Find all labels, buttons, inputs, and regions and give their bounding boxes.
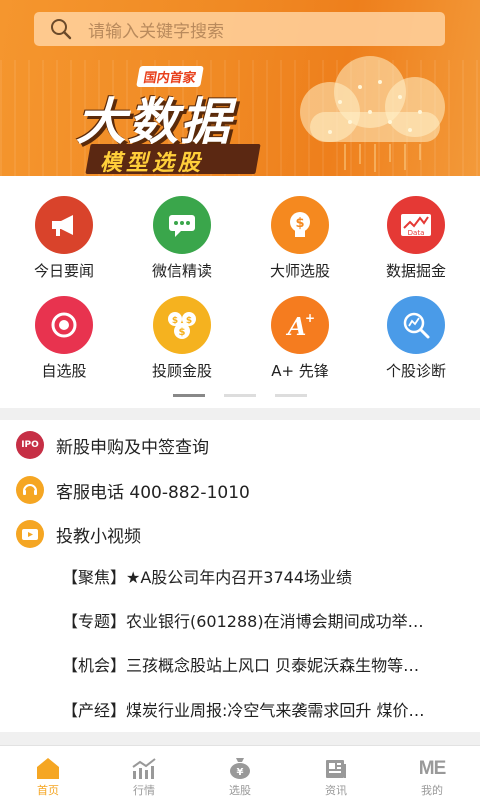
me-icon-text: ME	[418, 758, 446, 779]
news-item[interactable]: 【聚焦】★A股公司年内召开3744场业绩	[62, 560, 462, 596]
tab-label: 行情	[133, 784, 155, 797]
chat-bubble-icon	[153, 196, 211, 254]
tab-label: 我的	[421, 784, 443, 797]
tab-market[interactable]: 行情	[96, 746, 192, 800]
grid-label: 投顾金股	[151, 362, 212, 380]
list-item-ipo[interactable]: IPO 新股申购及中签查询	[0, 425, 480, 465]
coins-icon: $ $ $	[153, 296, 211, 354]
svg-text:+: +	[305, 311, 315, 325]
news-item[interactable]: 【专题】农业银行(601288)在消博会期间成功举…	[62, 604, 462, 640]
grid-label: 大师选股	[269, 262, 330, 280]
tab-label: 选股	[229, 784, 251, 797]
banner-title-block: 国内首家 大数据 模型选股	[66, 62, 276, 176]
tab-label: 资讯	[325, 784, 347, 797]
video-icon	[16, 520, 44, 548]
list-item-label: 客服电话 400-882-1010	[56, 482, 250, 503]
eye-icon	[35, 296, 93, 354]
grid-label: 微信精读	[151, 262, 212, 280]
page-dot[interactable]	[224, 394, 256, 397]
grid-item-data-mining[interactable]: Data 数据掘金	[356, 190, 476, 280]
svg-text:$: $	[179, 327, 186, 338]
tab-news[interactable]: 资讯	[288, 746, 384, 800]
svg-text:$: $	[172, 316, 178, 326]
grid-item-advisor-stocks[interactable]: $ $ $ 投顾金股	[122, 290, 242, 380]
tab-mine[interactable]: ME 我的	[384, 746, 480, 800]
grid-label: 自选股	[41, 362, 87, 380]
grid-label: A+ 先锋	[271, 362, 329, 380]
tab-stock-picking[interactable]: ¥ 选股	[192, 746, 288, 800]
page-dot[interactable]	[275, 394, 307, 397]
svg-text:$: $	[186, 316, 192, 326]
search-placeholder[interactable]: 请输入关键字搜索	[88, 17, 224, 42]
grid-item-wechat[interactable]: 微信精读	[122, 190, 242, 280]
news-item[interactable]: 【机会】三孩概念股站上风口 贝泰妮沃森生物等…	[62, 648, 462, 684]
grid-item-news[interactable]: 今日要闻	[4, 190, 124, 280]
me-icon: ME	[418, 754, 446, 780]
page-dot-active[interactable]	[173, 394, 205, 397]
svg-text:A: A	[286, 312, 307, 340]
data-chart-icon: Data	[387, 196, 445, 254]
list-item-videos[interactable]: 投教小视频	[0, 514, 480, 554]
ipo-icon: IPO	[16, 431, 44, 459]
news-item[interactable]: 【产经】煤炭行业周报:冷空气来袭需求回升 煤价…	[62, 693, 462, 729]
section-divider	[0, 732, 480, 745]
money-bag-icon: ¥	[226, 754, 254, 780]
list-item-label: 新股申购及中签查询	[56, 437, 209, 458]
grid-item-stock-diagnosis[interactable]: 个股诊断	[356, 290, 476, 380]
feature-grid: 今日要闻 微信精读 $ 大师选股 Data 数据掘金 自选股 $ $ $ 投顾金…	[0, 190, 480, 380]
grid-item-master-picks[interactable]: $ 大师选股	[240, 190, 360, 280]
list-item-label: 投教小视频	[56, 526, 141, 547]
a-plus-icon: A +	[271, 296, 329, 354]
grid-item-a-plus[interactable]: A + A+ 先锋	[240, 290, 360, 380]
banner-subtitle: 模型选股	[100, 151, 205, 176]
magnifier-chart-icon	[387, 296, 445, 354]
app-screen: 请输入关键字搜索 国内首家 大数据 模型选股 今日要闻 微信精读 $ 大师选股 …	[0, 0, 480, 800]
section-divider	[0, 408, 480, 420]
dollar-head-icon: $	[271, 196, 329, 254]
page-indicator	[0, 394, 480, 398]
grid-label: 个股诊断	[385, 362, 446, 380]
data-cloud-illustration	[300, 56, 445, 172]
svg-text:$: $	[295, 216, 304, 231]
svg-text:Data: Data	[408, 229, 425, 237]
news-icon	[322, 754, 350, 780]
search-icon	[50, 18, 72, 40]
svg-text:¥: ¥	[237, 767, 244, 778]
megaphone-icon	[35, 196, 93, 254]
trend-chart-icon	[130, 754, 158, 780]
search-bar[interactable]: 请输入关键字搜索	[34, 12, 445, 46]
list-item-hotline[interactable]: 客服电话 400-882-1010	[0, 470, 480, 510]
tab-label: 首页	[37, 784, 59, 797]
headset-icon	[16, 476, 44, 504]
bottom-tab-bar: 首页 行情 ¥ 选股 资讯 ME 我的	[0, 745, 480, 800]
home-icon	[34, 754, 62, 780]
grid-label: 今日要闻	[33, 262, 94, 280]
grid-item-watchlist[interactable]: 自选股	[4, 290, 124, 380]
tab-home[interactable]: 首页	[0, 746, 96, 800]
hero-banner[interactable]: 请输入关键字搜索 国内首家 大数据 模型选股	[0, 0, 480, 176]
grid-label: 数据掘金	[385, 262, 446, 280]
